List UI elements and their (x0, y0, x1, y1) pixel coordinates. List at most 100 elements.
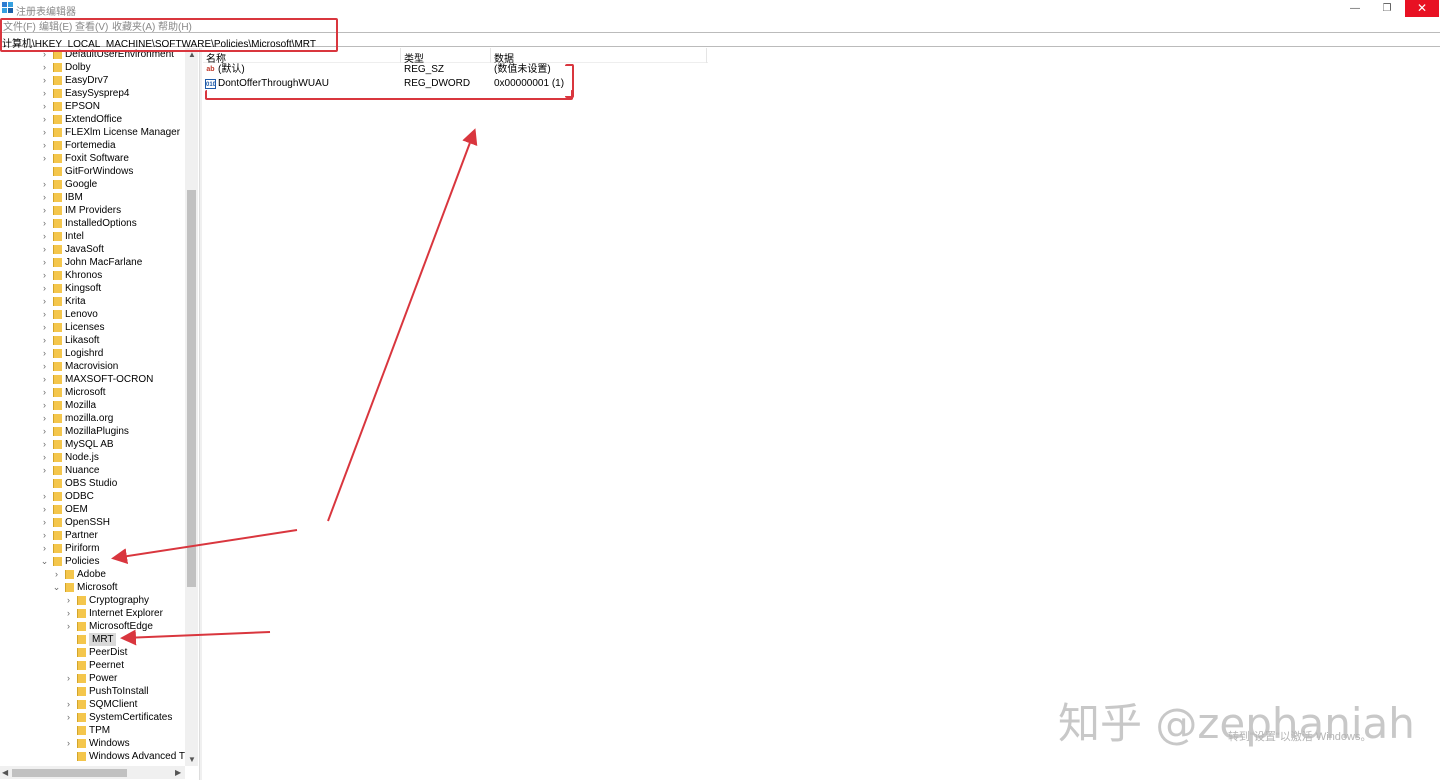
tree-item[interactable]: › InstalledOptions (42, 217, 185, 230)
registry-tree[interactable]: › DefaultUserEnvironment › Dolby › EasyDrv7 › E… (0, 48, 199, 780)
scroll-left-icon[interactable]: ◀ (2, 768, 8, 777)
chevron-right-icon[interactable]: › (40, 204, 49, 217)
tree-item[interactable]: › OEM (42, 503, 185, 516)
close-button[interactable]: ✕ (1405, 0, 1439, 17)
chevron-right-icon[interactable]: › (40, 256, 49, 269)
chevron-right-icon[interactable]: › (40, 243, 49, 256)
chevron-right-icon[interactable]: › (40, 399, 49, 412)
chevron-right-icon[interactable]: › (40, 438, 49, 451)
tree-item[interactable]: › EPSON (42, 100, 185, 113)
tree-item[interactable]: GitForWindows (42, 165, 185, 178)
tree-item[interactable]: › EasySysprep4 (42, 87, 185, 100)
tree-item[interactable]: › John MacFarlane (42, 256, 185, 269)
tree-item[interactable]: MRT (66, 633, 185, 646)
chevron-down-icon[interactable]: ⌄ (52, 581, 61, 594)
scroll-down-icon[interactable]: ▼ (188, 755, 196, 764)
chevron-right-icon[interactable]: › (64, 711, 73, 724)
tree-item[interactable]: › Fortemedia (42, 139, 185, 152)
chevron-right-icon[interactable]: › (40, 87, 49, 100)
tree-item[interactable]: › MySQL AB (42, 438, 185, 451)
chevron-right-icon[interactable]: › (40, 360, 49, 373)
tree-item[interactable]: › IBM (42, 191, 185, 204)
tree-item[interactable]: › JavaSoft (42, 243, 185, 256)
tree-item[interactable]: › EasyDrv7 (42, 74, 185, 87)
chevron-right-icon[interactable]: › (64, 620, 73, 633)
chevron-down-icon[interactable]: ⌄ (40, 555, 49, 568)
tree-scroll-thumb[interactable] (187, 190, 196, 587)
chevron-right-icon[interactable]: › (40, 230, 49, 243)
tree-item[interactable]: › Mozilla (42, 399, 185, 412)
tree-item[interactable]: › Macrovision (42, 360, 185, 373)
tree-item[interactable]: › Logishrd (42, 347, 185, 360)
tree-item[interactable]: PushToInstall (66, 685, 185, 698)
chevron-right-icon[interactable]: › (40, 334, 49, 347)
tree-item[interactable]: › Power (66, 672, 185, 685)
chevron-right-icon[interactable]: › (40, 373, 49, 386)
tree-item[interactable]: › Licenses (42, 321, 185, 334)
chevron-right-icon[interactable]: › (40, 542, 49, 555)
tree-item[interactable]: › MicrosoftEdge (66, 620, 185, 633)
tree-item[interactable]: › Adobe (54, 568, 185, 581)
chevron-right-icon[interactable]: › (40, 100, 49, 113)
tree-item[interactable]: › Internet Explorer (66, 607, 185, 620)
chevron-right-icon[interactable]: › (40, 178, 49, 191)
tree-item[interactable]: ⌄ Policies (40, 555, 185, 568)
chevron-right-icon[interactable]: › (64, 698, 73, 711)
chevron-right-icon[interactable]: › (40, 347, 49, 360)
tree-item[interactable]: › SQMClient (66, 698, 185, 711)
chevron-right-icon[interactable]: › (64, 672, 73, 685)
chevron-right-icon[interactable]: › (40, 282, 49, 295)
chevron-right-icon[interactable]: › (40, 61, 49, 74)
chevron-right-icon[interactable]: › (40, 412, 49, 425)
tree-hscroll-thumb[interactable] (12, 769, 127, 777)
tree-item[interactable]: › Microsoft (42, 386, 185, 399)
tree-item[interactable]: › Google (42, 178, 185, 191)
tree-item[interactable]: › Piriform (42, 542, 185, 555)
column-divider[interactable] (490, 48, 491, 63)
tree-item[interactable]: › Node.js (42, 451, 185, 464)
tree-item[interactable]: › Likasoft (42, 334, 185, 347)
chevron-right-icon[interactable]: › (40, 152, 49, 165)
chevron-right-icon[interactable]: › (40, 113, 49, 126)
tree-item[interactable]: › Lenovo (42, 308, 185, 321)
tree-item[interactable]: › Windows (66, 737, 185, 750)
chevron-right-icon[interactable]: › (64, 594, 73, 607)
chevron-right-icon[interactable]: › (64, 737, 73, 750)
restore-button[interactable]: ❐ (1370, 0, 1404, 17)
chevron-right-icon[interactable]: › (40, 425, 49, 438)
chevron-right-icon[interactable]: › (40, 217, 49, 230)
chevron-right-icon[interactable]: › (40, 308, 49, 321)
tree-item[interactable]: › SystemCertificates (66, 711, 185, 724)
tree-item[interactable]: PeerDist (66, 646, 185, 659)
pane-splitter[interactable] (199, 48, 202, 780)
column-divider[interactable] (400, 48, 401, 63)
column-divider[interactable] (706, 48, 707, 63)
chevron-right-icon[interactable]: › (40, 529, 49, 542)
tree-item[interactable]: › Foxit Software (42, 152, 185, 165)
tree-item[interactable]: Peernet (66, 659, 185, 672)
tree-item[interactable]: › ExtendOffice (42, 113, 185, 126)
tree-vertical-scrollbar[interactable]: ▲ ▼ (185, 48, 198, 766)
tree-item[interactable]: › IM Providers (42, 204, 185, 217)
chevron-right-icon[interactable]: › (52, 568, 61, 581)
tree-item[interactable]: OBS Studio (42, 477, 185, 490)
chevron-right-icon[interactable]: › (40, 139, 49, 152)
chevron-right-icon[interactable]: › (40, 490, 49, 503)
tree-item[interactable]: Windows Advanced Th (66, 750, 191, 763)
values-list[interactable]: 名称 类型 数据 ab (默认) REG_SZ (数值未设置) 010 Dont… (203, 48, 1440, 780)
chevron-right-icon[interactable]: › (40, 191, 49, 204)
chevron-right-icon[interactable]: › (40, 516, 49, 529)
tree-horizontal-scrollbar[interactable]: ◀ ▶ (0, 766, 185, 779)
tree-item[interactable]: › MAXSOFT-OCRON (42, 373, 185, 386)
tree-item[interactable]: › MozillaPlugins (42, 425, 185, 438)
tree-item[interactable]: TPM (66, 724, 185, 737)
tree-item[interactable]: › Krita (42, 295, 185, 308)
list-item[interactable]: ab (默认) REG_SZ (数值未设置) (203, 63, 583, 77)
chevron-right-icon[interactable]: › (40, 386, 49, 399)
tree-item[interactable]: › Cryptography (66, 594, 185, 607)
tree-item[interactable]: ⌄ Microsoft (52, 581, 185, 594)
scroll-right-icon[interactable]: ▶ (175, 768, 181, 777)
chevron-right-icon[interactable]: › (40, 74, 49, 87)
chevron-right-icon[interactable]: › (40, 126, 49, 139)
tree-item[interactable]: › mozilla.org (42, 412, 185, 425)
